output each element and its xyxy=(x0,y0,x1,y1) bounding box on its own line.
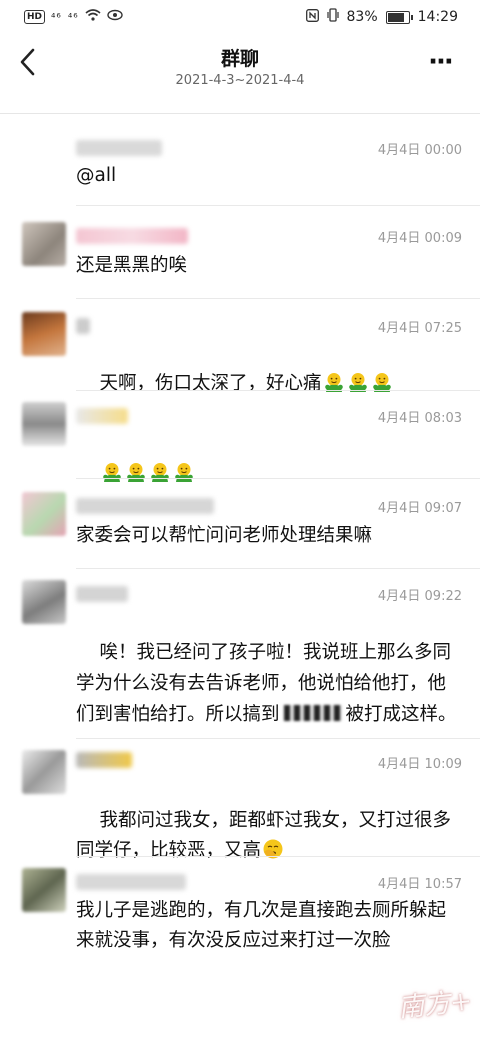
message-text-content-2: 被打成这样。 xyxy=(345,704,457,725)
message-item[interactable]: 4月4日 10:09 我都问过我女，距都虾过我女，又打过很多同学仔，比较恶，又高 xyxy=(0,746,480,861)
divider xyxy=(76,478,480,479)
nfc-icon xyxy=(305,8,319,26)
signal-icon: ⁴⁶ xyxy=(51,10,62,24)
message-text: 我儿子是逃跑的，有几次是直接跑去厕所躲起来就没事，有次没反应过来打过一次脸 xyxy=(76,900,447,951)
message-item[interactable]: 4月4日 10:57 我儿子是逃跑的，有几次是直接跑去厕所躲起来就没事，有次没反… xyxy=(0,864,480,1004)
signal-icon-2: ⁴⁶ xyxy=(67,10,79,24)
battery-percent: 83% xyxy=(346,9,378,25)
message-time: 4月4日 09:22 xyxy=(377,589,462,604)
sender-name xyxy=(76,498,214,514)
message-time: 4月4日 09:07 xyxy=(377,501,462,516)
message-item[interactable]: 4月4日 08:03 xyxy=(0,398,480,482)
message-item[interactable]: 4月4日 00:00 @all xyxy=(0,130,480,200)
sender-name xyxy=(76,228,188,244)
avatar xyxy=(22,222,66,266)
message-time: 4月4日 10:57 xyxy=(377,877,462,892)
chat-header: 群聊 2021-4-3~2021-4-4 ··· xyxy=(0,36,480,106)
message-time: 4月4日 10:09 xyxy=(377,757,462,772)
message-item[interactable]: 4月4日 00:09 还是黑黑的唉 xyxy=(0,218,480,298)
message-item[interactable]: 4月4日 07:25 天啊，伤口太深了，好心痛 xyxy=(0,308,480,394)
date-range: 2021-4-3~2021-4-4 xyxy=(175,73,305,88)
vibrate-icon xyxy=(326,8,339,26)
sender-name xyxy=(76,140,162,156)
sender-name xyxy=(76,408,128,424)
status-bar: HD ⁴⁶ ⁴⁶ 83% 14:29 xyxy=(0,0,480,36)
divider xyxy=(76,298,480,299)
message-time: 4月4日 00:09 xyxy=(377,231,462,246)
avatar xyxy=(22,580,66,624)
message-text: 还是黑黑的唉 xyxy=(76,255,188,276)
divider xyxy=(76,390,480,391)
watermark-logo: 南方+ xyxy=(396,986,474,1024)
divider xyxy=(76,738,480,739)
sender-name xyxy=(76,586,128,602)
header-divider xyxy=(0,113,480,114)
hd-badge: HD xyxy=(24,10,46,24)
divider xyxy=(76,205,480,206)
message-time: 4月4日 07:25 xyxy=(377,321,462,336)
page-title: 群聊 xyxy=(220,48,259,70)
divider xyxy=(76,568,480,569)
message-text: 家委会可以帮忙问问老师处理结果嘛 xyxy=(76,525,373,546)
sender-name xyxy=(76,752,132,768)
hugging-emoji xyxy=(125,461,147,483)
more-dots-icon[interactable]: ··· xyxy=(420,49,460,80)
hugging-emoji xyxy=(101,461,123,483)
message-text: @all xyxy=(76,165,117,186)
message-time: 4月4日 08:03 xyxy=(377,411,462,426)
censor-mosaic xyxy=(283,705,342,721)
message-item[interactable]: 4月4日 09:22 唉！我已经问了孩子啦！我说班上那么多同学为什么没有去告诉老… xyxy=(0,576,480,736)
battery-icon xyxy=(385,10,413,24)
divider xyxy=(76,856,480,857)
avatar xyxy=(22,750,66,794)
message-time: 4月4日 00:00 xyxy=(377,143,462,158)
sender-name xyxy=(76,318,90,334)
avatar xyxy=(22,868,66,912)
sender-name xyxy=(76,874,186,890)
message-item[interactable]: 4月4日 09:07 家委会可以帮忙问问老师处理结果嘛 xyxy=(0,488,480,568)
avatar xyxy=(22,312,66,356)
clock: 14:29 xyxy=(417,9,458,25)
eye-icon xyxy=(106,9,123,25)
hugging-emoji xyxy=(173,461,195,483)
avatar xyxy=(22,492,66,536)
battery-fill xyxy=(387,12,404,22)
wifi-icon xyxy=(85,9,101,25)
avatar xyxy=(22,402,66,446)
hugging-emoji xyxy=(149,461,171,483)
